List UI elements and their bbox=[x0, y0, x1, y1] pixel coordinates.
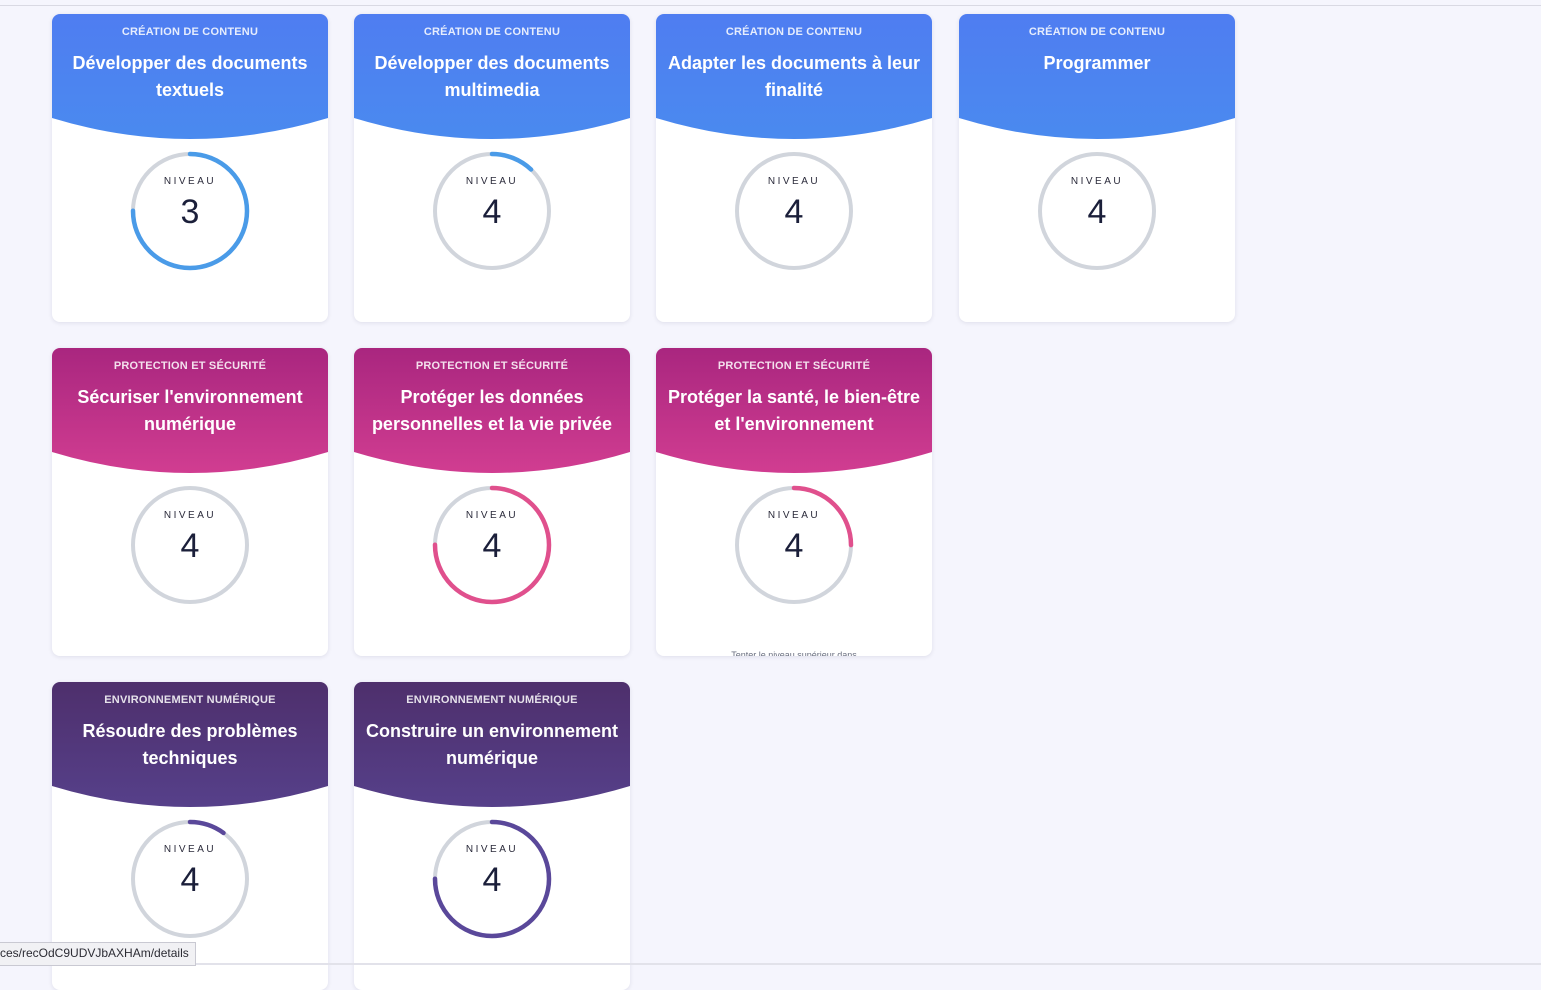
level-label: NIVEAU bbox=[163, 844, 217, 855]
competence-card[interactable]: Environnement numérique Construire un env… bbox=[354, 682, 630, 990]
card-title: Construire un environnement numérique bbox=[365, 721, 619, 768]
competence-card[interactable]: Protection et sécurité Protéger les donné… bbox=[354, 348, 630, 656]
level-value: 4 bbox=[784, 193, 804, 231]
level-gauge: NIVEAU 4 bbox=[1035, 149, 1159, 273]
card-domain: Environnement numérique bbox=[406, 694, 578, 706]
competence-card[interactable]: Protection et sécurité Protéger la santé,… bbox=[656, 348, 932, 656]
level-value: 4 bbox=[482, 527, 502, 565]
card-domain: Protection et sécurité bbox=[415, 360, 569, 372]
level-value: 4 bbox=[482, 193, 502, 231]
level-label: NIVEAU bbox=[1070, 176, 1124, 187]
level-label: NIVEAU bbox=[465, 510, 519, 521]
card-title: Développer des documents multimedia bbox=[374, 53, 610, 100]
competence-card[interactable]: Création de contenu Programmer NIVEAU 4 bbox=[959, 14, 1235, 322]
level-value: 4 bbox=[784, 527, 804, 565]
level-gauge: NIVEAU 3 bbox=[128, 149, 252, 273]
level-value: 4 bbox=[1087, 193, 1107, 231]
level-value: 4 bbox=[180, 861, 200, 899]
top-divider bbox=[0, 5, 1541, 6]
level-gauge: NIVEAU 4 bbox=[128, 817, 252, 941]
card-title: Adapter les documents à leur finalité bbox=[667, 53, 921, 100]
card-title: Résoudre des problèmes techniques bbox=[82, 721, 298, 768]
card-title: Sécuriser l'environnement numérique bbox=[77, 387, 303, 434]
status-bar-url: ces/recOdC9UDVJbAXHAm/details bbox=[0, 942, 196, 966]
card-title: Protéger la santé, le bien-être et l'env… bbox=[667, 387, 921, 434]
level-gauge: NIVEAU 4 bbox=[732, 149, 856, 273]
card-title: Programmer bbox=[1043, 53, 1151, 73]
level-label: NIVEAU bbox=[465, 844, 519, 855]
competence-card[interactable]: Création de contenu Adapter les documents… bbox=[656, 14, 932, 322]
card-domain: Protection et sécurité bbox=[717, 360, 871, 372]
level-value: 3 bbox=[180, 193, 200, 231]
level-gauge: NIVEAU 4 bbox=[430, 483, 554, 607]
card-title: Développer des documents textuels bbox=[72, 53, 308, 100]
level-value: 4 bbox=[180, 527, 200, 565]
level-label: NIVEAU bbox=[163, 176, 217, 187]
competence-card[interactable]: Création de contenu Développer des docume… bbox=[354, 14, 630, 322]
level-gauge: NIVEAU 4 bbox=[430, 817, 554, 941]
level-label: NIVEAU bbox=[767, 510, 821, 521]
level-value: 4 bbox=[482, 861, 502, 899]
card-domain: Création de contenu bbox=[1028, 26, 1166, 38]
card-domain: Création de contenu bbox=[121, 26, 259, 38]
level-gauge: NIVEAU 4 bbox=[128, 483, 252, 607]
card-domain: Création de contenu bbox=[725, 26, 863, 38]
level-label: NIVEAU bbox=[163, 510, 217, 521]
card-domain: Environnement numérique bbox=[104, 694, 276, 706]
card-domain: Protection et sécurité bbox=[113, 360, 267, 372]
level-gauge: NIVEAU 4 bbox=[430, 149, 554, 273]
competence-card[interactable]: Création de contenu Développer des docume… bbox=[52, 14, 328, 322]
competence-card[interactable]: Protection et sécurité Sécuriser l'enviro… bbox=[52, 348, 328, 656]
next-level-hint: Tenter le niveau supérieur dans bbox=[731, 650, 857, 656]
level-label: NIVEAU bbox=[767, 176, 821, 187]
card-title: Protéger les données personnelles et la … bbox=[371, 387, 613, 434]
card-domain: Création de contenu bbox=[423, 26, 561, 38]
level-label: NIVEAU bbox=[465, 176, 519, 187]
level-gauge: NIVEAU 4 bbox=[732, 483, 856, 607]
